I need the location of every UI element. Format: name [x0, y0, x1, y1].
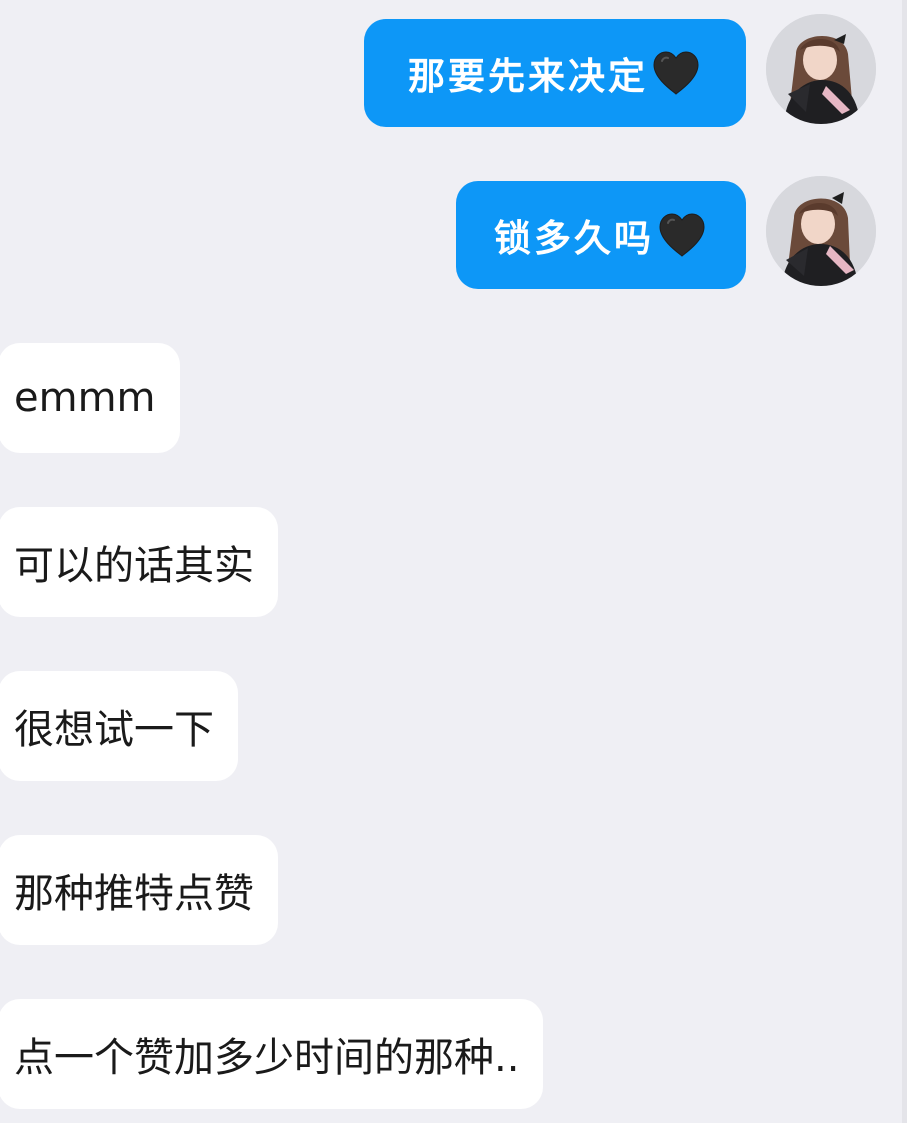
avatar[interactable] [766, 14, 876, 124]
chat-message-list: 那要先来决定 锁多久吗 emmm 可以的话其实 很想试一下 那种推特点赞 点一个… [0, 0, 907, 1123]
incoming-message-bubble[interactable]: 可以的话其实 [0, 507, 278, 617]
outgoing-message-bubble[interactable]: 锁多久吗 [456, 181, 746, 289]
message-text: 那要先来决定 [408, 54, 648, 98]
black-heart-icon [653, 51, 699, 95]
message-row-outgoing: 那要先来决定 [0, 14, 907, 129]
incoming-message-bubble[interactable]: 点一个赞加多少时间的那种.. [0, 999, 544, 1109]
incoming-message-bubble[interactable]: 很想试一下 [0, 671, 238, 781]
incoming-message-bubble[interactable]: emmm [0, 343, 180, 453]
avatar-photo [766, 14, 876, 124]
outgoing-message-bubble[interactable]: 那要先来决定 [364, 19, 746, 127]
avatar-photo [766, 176, 876, 286]
message-text: 锁多久吗 [494, 216, 654, 260]
message-text: 很想试一下 [14, 707, 214, 753]
message-text: emmm [14, 375, 156, 421]
message-text: 点一个赞加多少时间的那种.. [14, 1035, 520, 1081]
scrollbar-track[interactable] [902, 0, 907, 1123]
avatar[interactable] [766, 176, 876, 286]
message-row-outgoing: 锁多久吗 [0, 176, 907, 291]
message-text: 可以的话其实 [14, 543, 254, 589]
message-text: 那种推特点赞 [14, 871, 254, 917]
incoming-message-bubble[interactable]: 那种推特点赞 [0, 835, 278, 945]
black-heart-icon [659, 213, 705, 257]
